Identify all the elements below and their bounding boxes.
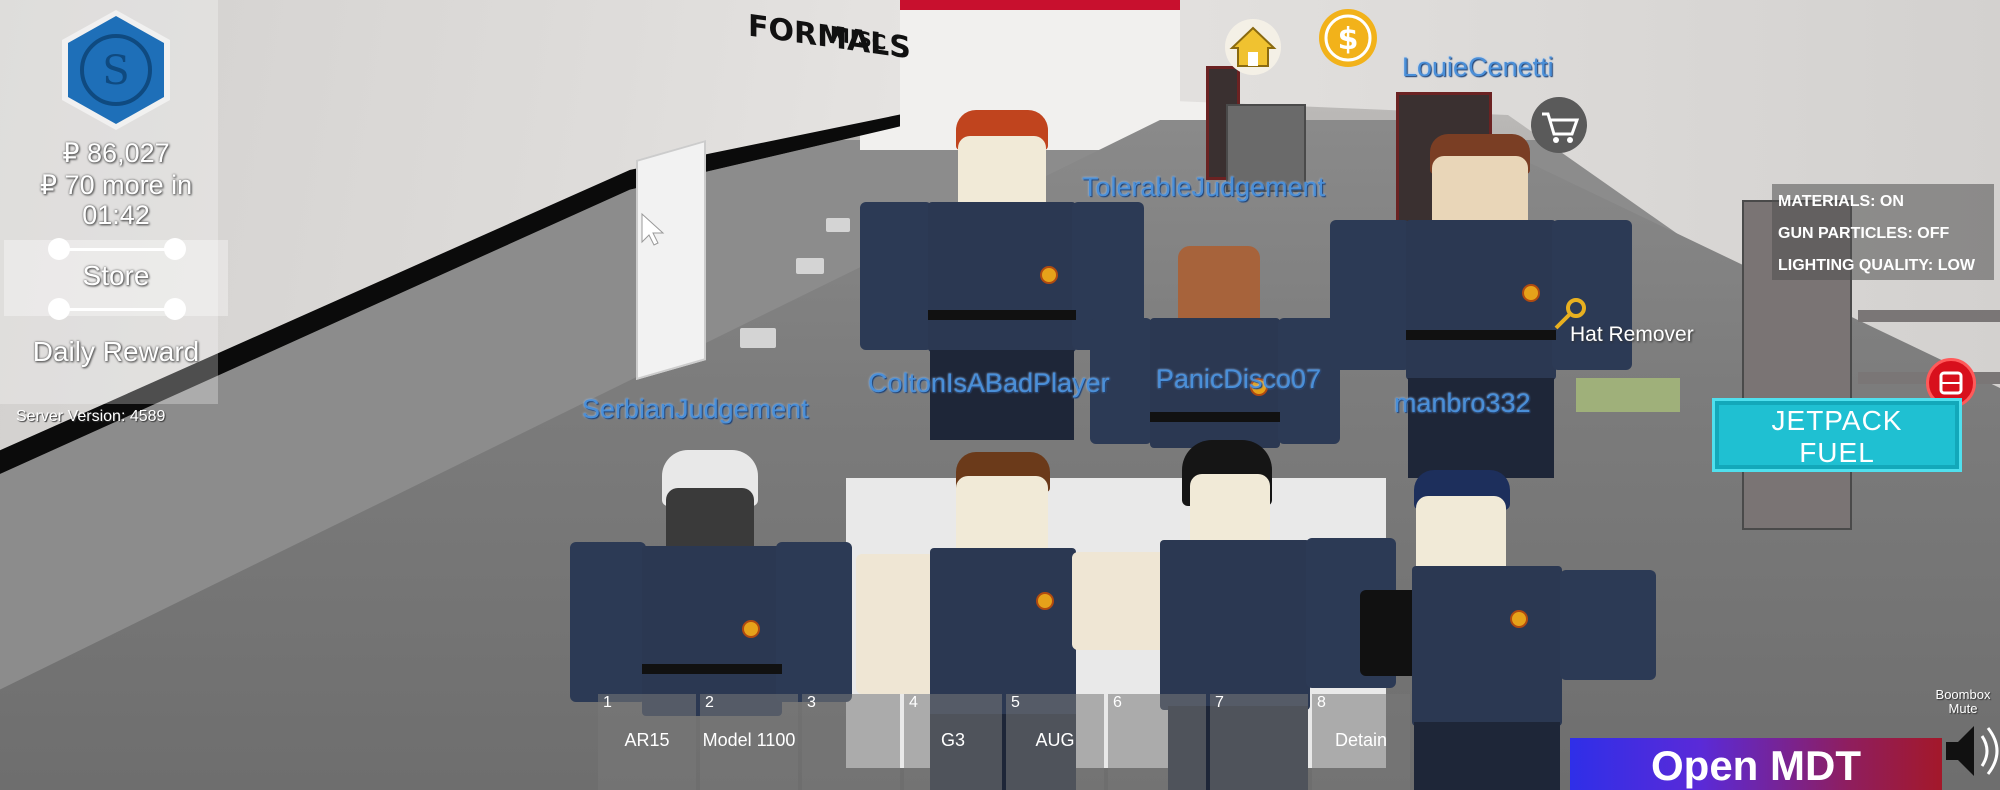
open-mdt-button[interactable]: Open MDT [1570,738,1942,790]
right-arm [776,542,852,702]
divider-dot [48,298,70,320]
slot-number: 2 [705,694,714,711]
player-name-tag: manbro332 [1394,388,1531,418]
materials-setting[interactable]: MATERIALS: ON [1772,184,1994,216]
hotbar-slot-4[interactable]: 4 G3 [904,694,1002,790]
cash-balance: ₽ 86,027 [62,138,170,168]
boombox-label: Boombox [1935,687,1991,702]
s-hexagon-logo-icon[interactable]: S [52,6,180,134]
player-name-tag: SerbianJudgement [582,394,809,424]
divider-dot [164,298,186,320]
right-arm [1560,570,1656,680]
player-name-tag: PanicDisco07 [1156,364,1322,394]
divider-line [60,248,178,251]
badge [1510,610,1528,628]
slot-number: 7 [1215,694,1224,711]
gun-particles-setting[interactable]: GUN PARTICLES: OFF [1772,216,1994,248]
left-arm [860,202,932,350]
player-name-tag: ColtonIsABadPlayer [868,368,1110,398]
hotbar-slot-1[interactable]: 1 AR15 [598,694,696,790]
mouse-cursor-icon [641,212,665,246]
left-arm [856,554,934,694]
daily-reward-button[interactable]: Daily Reward [0,336,232,368]
svg-text:$: $ [1338,22,1359,57]
hotbar-slot-6[interactable]: 6 [1108,694,1206,790]
badge [1036,592,1054,610]
lighting-quality-setting[interactable]: LIGHTING QUALITY: LOW [1772,248,1994,280]
floor-tile [826,218,850,232]
player-name-tag: TolerableJudgement [1082,172,1326,202]
slot-item: AR15 [624,730,670,750]
slot-item: AUG [1035,730,1075,750]
hat-remover-label: Hat Remover [1570,323,1694,346]
divider-line [60,308,178,311]
speaker-icon[interactable] [1940,712,2000,790]
slot-number: 5 [1011,694,1020,711]
hotbar-slot-2[interactable]: 2 Model 1100 [700,694,798,790]
divider-dot [164,238,186,260]
badge [1040,266,1058,284]
slot-item: Detain [1334,730,1388,750]
slot-item: G3 [940,730,965,750]
jetpack-label: JETPACK [1771,405,1903,436]
slot-number: 1 [603,694,612,711]
legs [1414,722,1560,790]
store-button-label: Store [82,260,150,291]
slot-number: 8 [1317,694,1326,711]
left-arm [1330,220,1410,370]
hotbar-slot-5[interactable]: 5 AUG [1006,694,1104,790]
torso [930,548,1076,718]
store-button[interactable]: Store [4,240,228,316]
belt [1406,330,1556,340]
fuel-label: FUEL [1799,437,1875,468]
floor-tile [740,328,776,348]
rail [1858,310,2000,322]
badge [742,620,760,638]
house-icon[interactable] [1224,18,1282,76]
torso [1160,540,1310,710]
left-arm [570,542,646,702]
slot-number: 3 [807,694,816,711]
hotbar-slot-7[interactable]: 7 [1210,694,1308,790]
payout-info: ₽ 70 more in [39,170,193,200]
payout-timer: 01:42 [82,200,150,230]
dollar-coin-icon[interactable]: $ [1318,8,1378,68]
hotbar-slot-8[interactable]: 8 Detain [1312,694,1410,790]
open-mdt-label: Open MDT [1651,742,1861,789]
torso [642,546,782,716]
slot-number: 4 [909,694,918,711]
torso [1412,566,1562,726]
belt [642,664,782,674]
player-name-tag: LouieCenetti [1402,52,1554,82]
server-version: Server Version: 4589 [16,408,166,425]
hotbar-slot-3[interactable]: 3 [802,694,900,790]
ceiling-red-stripe [860,0,1190,10]
belt [928,310,1076,320]
divider-dot [48,238,70,260]
badge [1522,284,1540,302]
wall-poster [636,139,706,381]
belt [1150,412,1280,422]
floor-tile [796,258,824,274]
jetpack-fuel-meter: JETPACK FUEL [1712,398,1962,472]
shopping-cart-icon[interactable] [1530,96,1588,154]
svg-text:S: S [102,48,129,94]
slot-item: Model 1100 [702,730,796,750]
slot-number: 6 [1113,694,1122,711]
